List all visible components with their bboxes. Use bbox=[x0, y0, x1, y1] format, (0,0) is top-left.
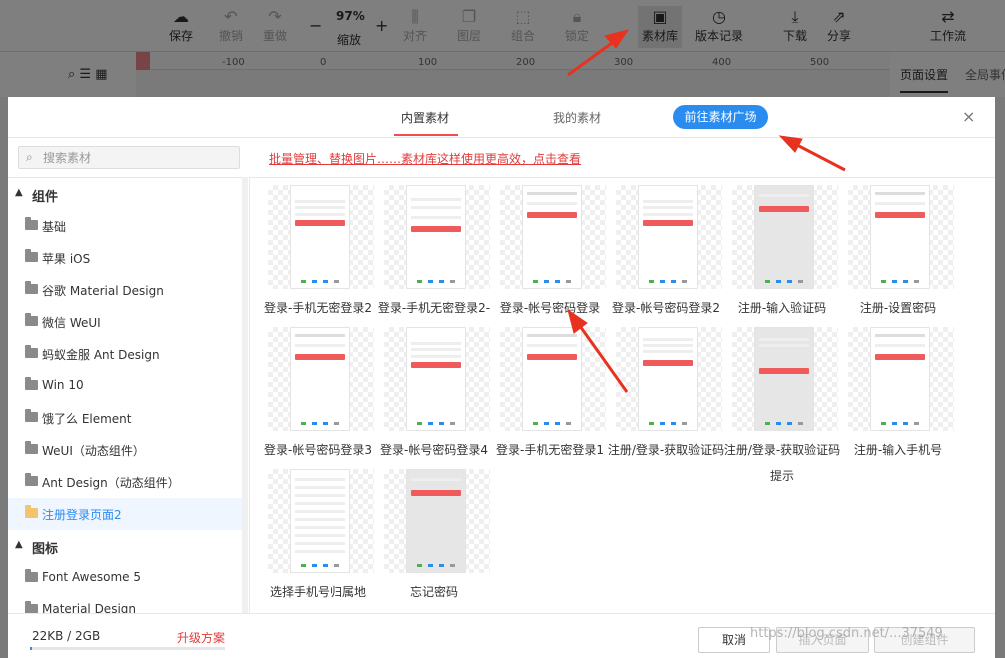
arrow-to-material-library bbox=[567, 41, 613, 77]
arrow-head bbox=[778, 135, 803, 153]
annotation-arrows bbox=[567, 29, 846, 393]
arrow-to-market bbox=[796, 143, 846, 172]
arrow-to-material bbox=[578, 325, 629, 393]
